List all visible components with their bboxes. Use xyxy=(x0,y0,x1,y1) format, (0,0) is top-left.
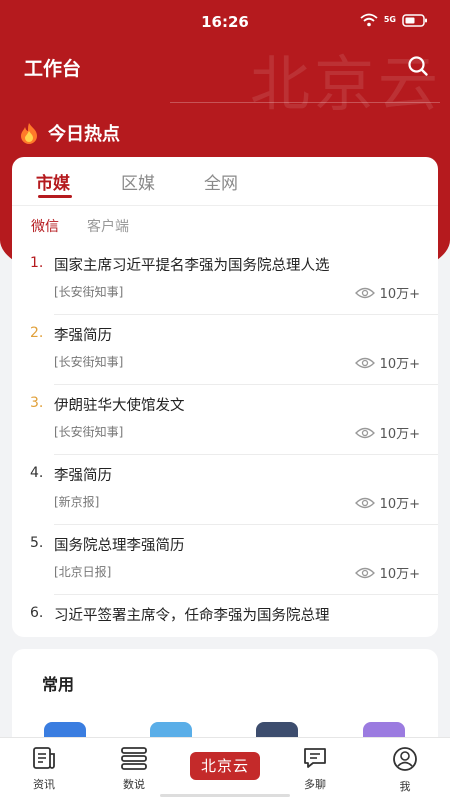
search-icon xyxy=(408,56,428,76)
title-bar: 工作台 xyxy=(0,48,450,84)
profile-icon xyxy=(393,747,417,771)
news-views: 10万+ xyxy=(354,493,420,512)
page-title: 工作台 xyxy=(24,58,82,80)
tabs-divider xyxy=(12,205,438,206)
news-item[interactable]: 2. 李强简历 [长安街知事] 10万+ xyxy=(12,315,438,385)
eye-icon xyxy=(354,427,375,439)
news-title: 国家主席习近平提名李强为国务院总理人选 xyxy=(54,258,330,274)
views-count: 10万+ xyxy=(379,497,420,512)
news-views: 10万+ xyxy=(354,423,420,442)
tab-city-media[interactable]: 市媒 xyxy=(36,169,70,194)
news-item[interactable]: 3. 伊朗驻华大使馆发文 [长安街知事] 10万+ xyxy=(12,385,438,455)
news-item[interactable]: 5. 国务院总理李强简历 [北京日报] 10万+ xyxy=(12,525,438,595)
news-views: 10万+ xyxy=(354,283,420,302)
title-divider xyxy=(170,102,440,103)
nav-news[interactable]: 资讯 xyxy=(14,746,74,792)
views-count: 10万+ xyxy=(379,357,420,372)
news-views: 10万+ xyxy=(354,353,420,372)
active-tab-indicator xyxy=(38,195,72,198)
subtab-client[interactable]: 客户端 xyxy=(87,216,129,236)
news-title: 习近平签署主席令，任命李强为国务院总理 xyxy=(54,608,330,624)
eye-icon xyxy=(354,357,375,369)
signal-icon: 5G xyxy=(383,15,396,24)
news-list: 1. 国家主席习近平提名李强为国务院总理人选 [长安街知事] 10万+ 2. 李… xyxy=(12,245,438,637)
news-source: [长安街知事] xyxy=(54,425,124,439)
nav-data[interactable]: 数说 xyxy=(104,746,164,792)
news-rank: 2. xyxy=(30,325,44,341)
nav-home-logo[interactable]: 北京云 xyxy=(190,752,260,780)
news-rank: 3. xyxy=(30,395,44,411)
news-icon xyxy=(33,747,55,769)
bottom-nav: 资讯 数说 北京云 多聊 我 xyxy=(0,737,450,800)
news-rank: 5. xyxy=(30,535,44,551)
chat-icon xyxy=(304,748,326,768)
news-rank: 6. xyxy=(30,605,44,621)
home-indicator xyxy=(160,794,290,797)
source-tabs: 市媒 区媒 全网 xyxy=(12,157,438,205)
news-title: 国务院总理李强简历 xyxy=(54,538,185,554)
search-button[interactable] xyxy=(406,54,430,78)
tab-whole-web[interactable]: 全网 xyxy=(204,169,238,194)
news-rank: 4. xyxy=(30,465,44,481)
common-tools-card: 常用 xyxy=(12,649,438,749)
views-count: 10万+ xyxy=(379,427,420,442)
flame-icon xyxy=(21,123,37,144)
data-icon xyxy=(121,747,147,770)
hot-title: 今日热点 xyxy=(48,124,120,145)
news-title: 伊朗驻华大使馆发文 xyxy=(54,398,185,414)
subtab-wechat[interactable]: 微信 xyxy=(31,216,59,236)
hot-news-card: 市媒 区媒 全网 微信 客户端 1. 国家主席习近平提名李强为国务院总理人选 [… xyxy=(12,157,438,637)
news-source: [长安街知事] xyxy=(54,285,124,299)
news-source: [北京日报] xyxy=(54,565,112,579)
nav-profile[interactable]: 我 xyxy=(375,746,435,794)
nav-label: 数说 xyxy=(123,778,145,791)
eye-icon xyxy=(354,567,375,579)
views-count: 10万+ xyxy=(379,287,420,302)
news-item[interactable]: 4. 李强简历 [新京报] 10万+ xyxy=(12,455,438,525)
eye-icon xyxy=(354,497,375,509)
news-item[interactable]: 1. 国家主席习近平提名李强为国务院总理人选 [长安街知事] 10万+ xyxy=(12,245,438,315)
nav-label: 资讯 xyxy=(33,778,55,791)
eye-icon xyxy=(354,287,375,299)
news-title: 李强简历 xyxy=(54,328,112,344)
battery-icon xyxy=(402,13,428,27)
news-source: [新京报] xyxy=(54,495,100,509)
nav-label: 多聊 xyxy=(304,778,326,791)
hot-section-header: 今日热点 xyxy=(18,120,120,146)
tab-district-media[interactable]: 区媒 xyxy=(121,169,155,194)
news-views: 10万+ xyxy=(354,563,420,582)
news-rank: 1. xyxy=(30,255,44,271)
views-count: 10万+ xyxy=(379,567,420,582)
nav-chat[interactable]: 多聊 xyxy=(285,746,345,792)
news-title: 李强简历 xyxy=(54,468,112,484)
nav-label: 我 xyxy=(399,780,411,793)
news-item[interactable]: 6. 习近平签署主席令，任命李强为国务院总理 xyxy=(12,595,438,637)
status-icons: 5G xyxy=(360,13,428,27)
common-title: 常用 xyxy=(42,675,75,694)
news-source: [长安街知事] xyxy=(54,355,124,369)
status-bar: 16:26 5G xyxy=(0,0,450,44)
wifi-icon xyxy=(360,13,378,27)
